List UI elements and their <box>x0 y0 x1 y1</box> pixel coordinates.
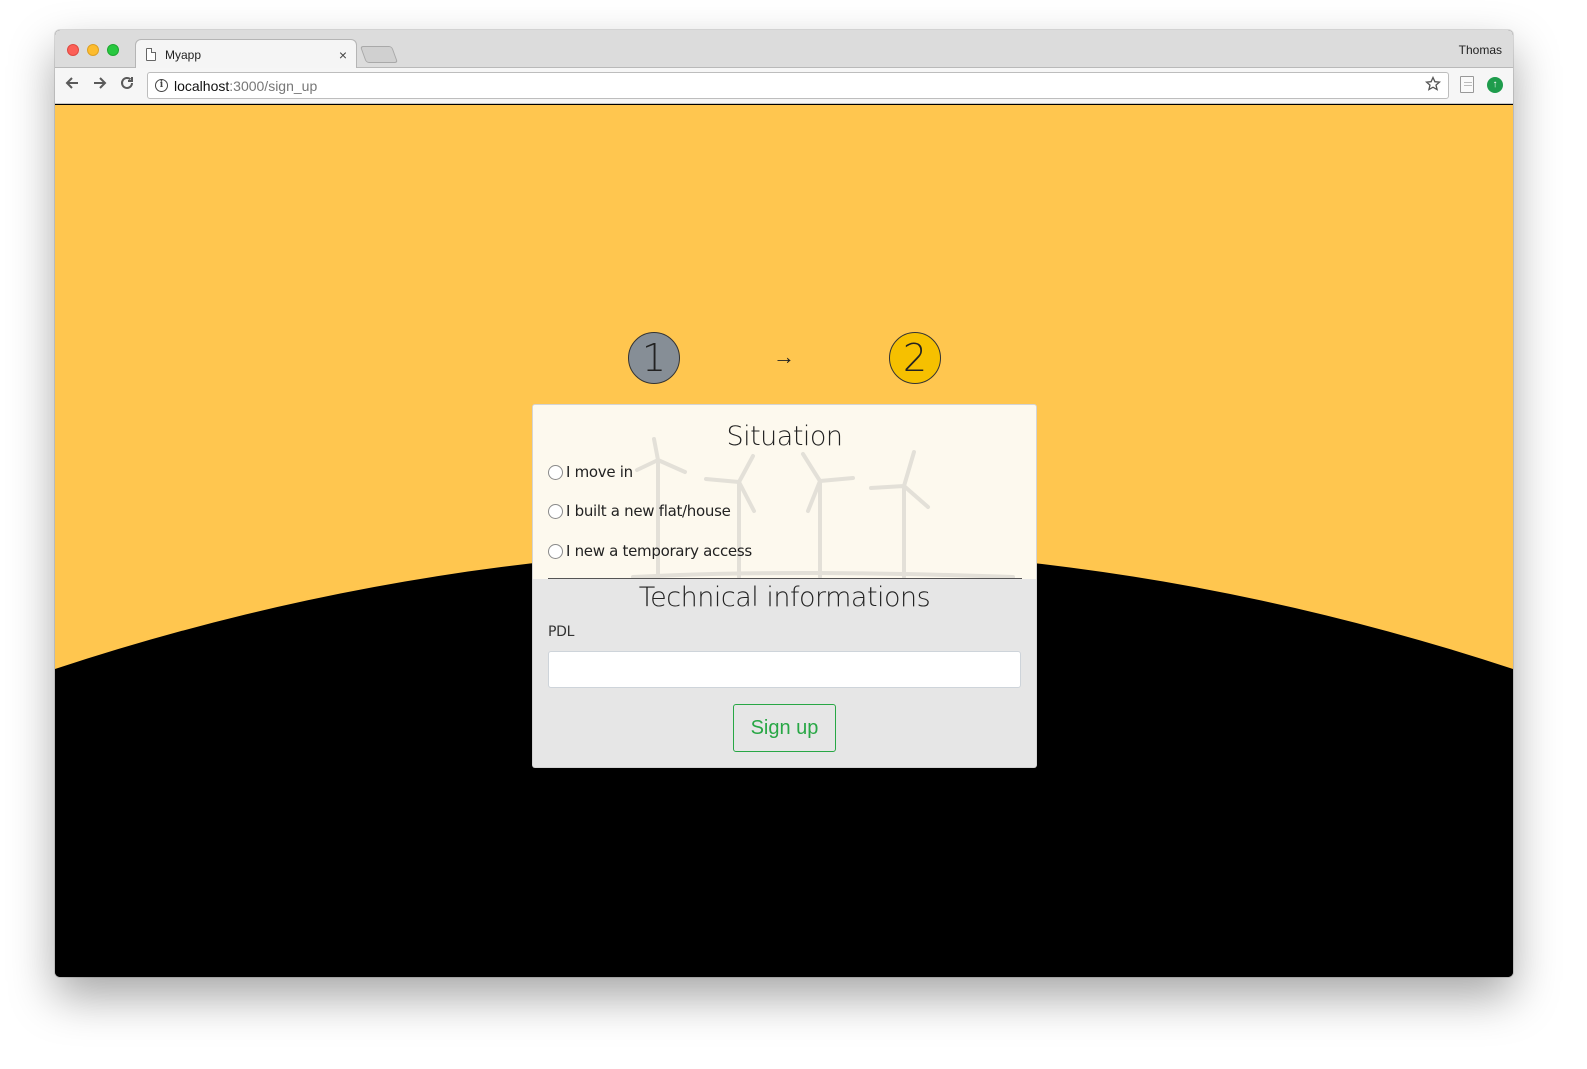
situation-title: Situation <box>726 421 843 452</box>
option-new-build[interactable]: I built a new flat/house <box>548 502 731 520</box>
page-viewport: 1 → 2 Situation I move in I built a new … <box>55 105 1513 977</box>
step-1-indicator: 1 <box>628 332 680 384</box>
note-icon[interactable] <box>1460 76 1474 93</box>
arrow-left-icon[interactable] <box>64 75 80 94</box>
option-label: I move in <box>566 463 633 481</box>
option-label: I built a new flat/house <box>566 502 731 520</box>
radio-button[interactable] <box>548 503 563 519</box>
tab-myapp[interactable]: Myapp × <box>135 39 357 69</box>
info-icon[interactable]: i <box>155 79 168 92</box>
option-move-in[interactable]: I move in <box>548 463 633 481</box>
sign-up-button[interactable]: Sign up <box>733 704 836 752</box>
star-icon[interactable] <box>1424 75 1442 97</box>
maximize-window-button[interactable] <box>107 44 119 56</box>
url-host: localhost <box>174 77 230 94</box>
pdl-input[interactable] <box>548 651 1021 688</box>
minimize-window-button[interactable] <box>87 44 99 56</box>
tab-bar: Myapp × Thomas <box>55 30 1513 69</box>
page-icon <box>146 48 156 61</box>
arrow-right-icon[interactable] <box>92 75 108 94</box>
option-temporary-access[interactable]: I new a temporary access <box>548 542 752 560</box>
step-2-indicator: 2 <box>889 332 941 384</box>
radio-button[interactable] <box>548 464 563 480</box>
tab-close-icon[interactable]: × <box>339 47 347 63</box>
section-divider <box>548 578 1022 579</box>
browser-window: Myapp × Thomas i localhost:3000/sign_up … <box>55 30 1513 977</box>
radio-button[interactable] <box>548 543 563 559</box>
step-arrow: → <box>773 344 795 369</box>
pdl-label: PDL <box>548 624 575 640</box>
option-label: I new a temporary access <box>566 542 752 560</box>
profile-name[interactable]: Thomas <box>1459 43 1502 57</box>
address-bar[interactable]: i localhost:3000/sign_up <box>147 72 1449 99</box>
technical-title: Technical informations <box>638 582 931 613</box>
arrow-up-circle-icon[interactable]: ↑ <box>1487 77 1503 93</box>
close-window-button[interactable] <box>67 44 79 56</box>
reload-icon[interactable] <box>119 75 135 94</box>
new-tab-button[interactable] <box>359 46 399 63</box>
url-path: :3000/sign_up <box>229 77 318 94</box>
signup-card: Situation I move in I built a new flat/h… <box>532 404 1037 768</box>
browser-toolbar: i localhost:3000/sign_up ↑ <box>55 68 1513 104</box>
tab-title: Myapp <box>165 47 202 62</box>
